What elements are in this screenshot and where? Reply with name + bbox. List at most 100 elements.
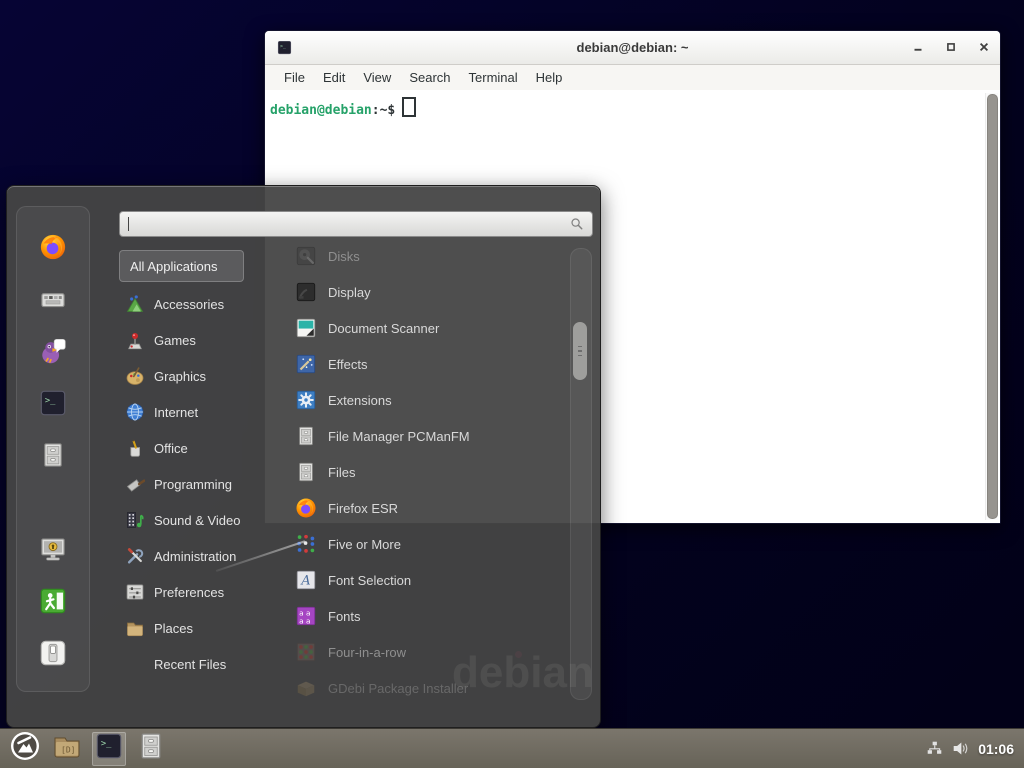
svg-text:A: A (300, 574, 310, 589)
menu-favorites-panel: >_ (16, 206, 90, 692)
extensions-icon (295, 389, 317, 411)
minimize-icon (913, 39, 923, 57)
logout-icon (39, 602, 67, 619)
category-label: Accessories (154, 297, 224, 312)
app-fonts[interactable]: a aa aFonts (289, 598, 565, 634)
favorite-pidgin[interactable] (39, 337, 67, 365)
display-icon (295, 281, 317, 303)
terminal-menu-edit[interactable]: Edit (314, 65, 354, 90)
app-font-selection[interactable]: A Font Selection (289, 562, 565, 598)
app-five-or-more[interactable]: Five or More (289, 526, 565, 562)
system-tray: 01:06 (926, 740, 1016, 757)
app-gdebi-package-installer[interactable]: GDebi Package Installer (289, 670, 565, 706)
taskbar-terminal-active-task[interactable]: >_ (92, 732, 126, 766)
scanner-icon (295, 317, 317, 339)
category-places[interactable]: Places (119, 610, 279, 646)
favorite-terminal[interactable]: >_ (39, 389, 67, 417)
four-in-a-row-icon (295, 641, 317, 663)
app-label: Font Selection (328, 573, 411, 588)
application-menu: >_ All Applications Accessories Games Graph… (6, 185, 601, 728)
volume-icon[interactable] (952, 740, 969, 757)
category-office[interactable]: Office (119, 430, 279, 466)
category-label: Recent Files (154, 657, 226, 672)
taskbar-file-cabinet-launcher[interactable] (134, 732, 168, 766)
category-internet[interactable]: Internet (119, 394, 279, 430)
terminal-scrollbar[interactable] (985, 93, 998, 520)
app-display[interactable]: Display (289, 274, 565, 310)
menu-search-box[interactable] (119, 211, 593, 237)
app-list-scrollbar[interactable] (570, 248, 592, 700)
system-logout[interactable] (39, 587, 67, 615)
network-icon[interactable] (926, 740, 943, 757)
terminal-menu-view[interactable]: View (354, 65, 400, 90)
file-cabinet-icon (136, 731, 166, 766)
terminal-menu-help[interactable]: Help (527, 65, 572, 90)
taskbar-menu-launcher-launcher[interactable] (8, 732, 42, 766)
app-files[interactable]: Files (289, 454, 565, 490)
category-label: Games (154, 333, 196, 348)
terminal-icon: >_ (277, 40, 292, 55)
category-label: Office (154, 441, 188, 456)
app-list-scrollbar-thumb[interactable] (573, 322, 587, 380)
app-file-manager-pcmanfm[interactable]: File Manager PCManFM (289, 418, 565, 454)
taskbar-folder-d-launcher[interactable]: [D] (50, 732, 84, 766)
terminal-menu-terminal[interactable]: Terminal (460, 65, 527, 90)
menu-categories: All Applications Accessories Games Graphics… (119, 250, 279, 682)
category-programming[interactable]: Programming (119, 466, 279, 502)
category-sound-video[interactable]: Sound & Video (119, 502, 279, 538)
app-effects[interactable]: Effects (289, 346, 565, 382)
maximize-icon (946, 39, 956, 57)
app-four-in-a-row[interactable]: Four-in-a-row (289, 634, 565, 670)
terminal-titlebar[interactable]: >_ debian@debian: ~ (265, 31, 1000, 65)
app-label: Effects (328, 357, 368, 372)
category-label: All Applications (130, 259, 217, 274)
svg-text:>_: >_ (101, 739, 112, 749)
app-label: Five or More (328, 537, 401, 552)
terminal-menu-file[interactable]: File (275, 65, 314, 90)
app-extensions[interactable]: Extensions (289, 382, 565, 418)
office-icon (125, 438, 145, 458)
system-shutdown[interactable] (39, 639, 67, 667)
category-all-applications[interactable]: All Applications (119, 250, 244, 282)
app-label: GDebi Package Installer (328, 681, 468, 696)
category-graphics[interactable]: Graphics (119, 358, 279, 394)
app-label: Firefox ESR (328, 501, 398, 516)
search-caret (128, 217, 129, 231)
terminal-prompt: debian@debian:~$ (265, 90, 1000, 118)
system-lock-screen[interactable] (39, 535, 67, 563)
category-games[interactable]: Games (119, 322, 279, 358)
favorite-file-cabinet[interactable] (39, 441, 67, 469)
file-cabinet-icon (39, 456, 67, 473)
administration-icon (125, 546, 145, 566)
firefox-icon (39, 248, 67, 265)
category-label: Administration (154, 549, 236, 564)
close-button[interactable] (977, 41, 990, 54)
app-document-scanner[interactable]: Document Scanner (289, 310, 565, 346)
internet-icon (125, 402, 145, 422)
app-disks[interactable]: Disks (289, 238, 565, 274)
minimize-button[interactable] (911, 41, 924, 54)
favorite-firefox[interactable] (39, 233, 67, 261)
fonts-icon: a aa a (295, 605, 317, 627)
category-accessories[interactable]: Accessories (119, 286, 279, 322)
category-label: Graphics (154, 369, 206, 384)
window-controls (911, 31, 990, 64)
search-icon (570, 217, 584, 231)
svg-text:[D]: [D] (61, 746, 75, 755)
terminal-scrollbar-thumb[interactable] (987, 94, 998, 519)
folder-d-icon: [D] (52, 731, 82, 766)
category-preferences[interactable]: Preferences (119, 574, 279, 610)
svg-text:>_: >_ (280, 45, 286, 50)
svg-text:a a: a a (299, 616, 310, 625)
maximize-button[interactable] (944, 41, 957, 54)
terminal-menu-search[interactable]: Search (400, 65, 459, 90)
file-cabinet-icon (295, 425, 317, 447)
favorite-software-keyboard[interactable] (39, 285, 67, 313)
taskbar: [D] >_ 01:06 (0, 728, 1024, 768)
terminal-icon: >_ (39, 404, 67, 421)
terminal-window-title: debian@debian: ~ (265, 31, 1000, 64)
app-firefox-esr[interactable]: Firefox ESR (289, 490, 565, 526)
category-recent-files[interactable]: Recent Files (119, 646, 279, 682)
shutdown-icon (39, 654, 67, 671)
app-label: Display (328, 285, 371, 300)
